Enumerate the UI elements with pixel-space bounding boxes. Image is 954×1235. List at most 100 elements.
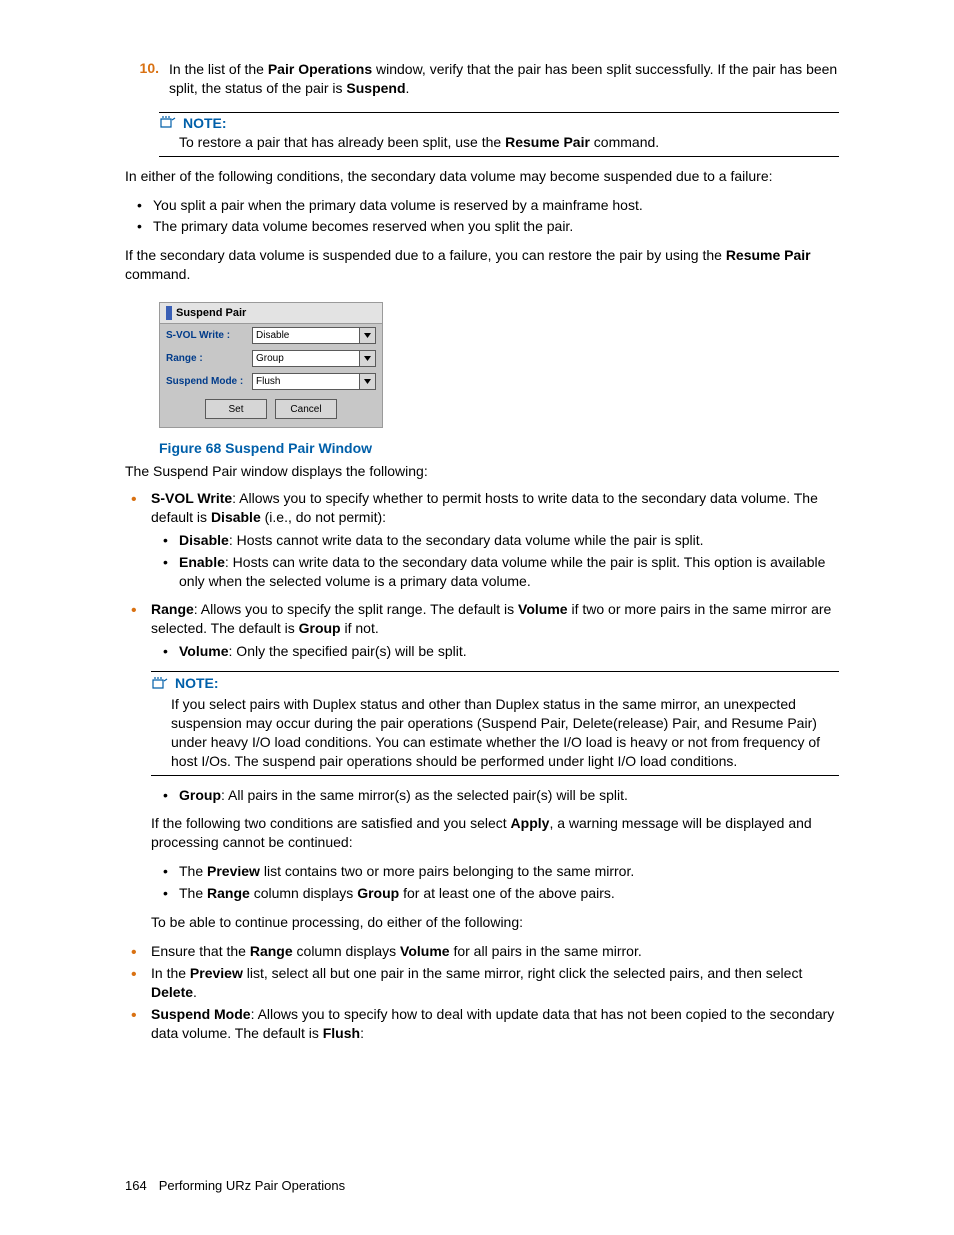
dialog-title: Suspend Pair xyxy=(160,303,382,324)
bold: Range xyxy=(250,943,293,959)
note-heading: NOTE: xyxy=(159,115,839,131)
figure-caption: Figure 68 Suspend Pair Window xyxy=(159,440,839,456)
list-item: You split a pair when the primary data v… xyxy=(125,196,839,215)
bold: Preview xyxy=(207,863,260,879)
text: : xyxy=(360,1025,364,1041)
text: Ensure that the xyxy=(151,943,250,959)
text: The xyxy=(179,863,207,879)
dialog-title-text: Suspend Pair xyxy=(176,307,246,319)
note-label: NOTE: xyxy=(175,674,219,693)
bold: Volume xyxy=(179,643,229,659)
title-bar-accent xyxy=(166,306,172,320)
sub-list: Volume: Only the specified pair(s) will … xyxy=(151,642,839,661)
set-button[interactable]: Set xyxy=(205,399,267,419)
rule xyxy=(159,112,839,113)
dialog-body: S-VOL Write : Disable Range : Group Susp… xyxy=(160,324,382,427)
paragraph: To be able to continue processing, do ei… xyxy=(151,913,839,932)
note-heading: NOTE: xyxy=(151,674,839,693)
text: : Only the specified pair(s) will be spl… xyxy=(229,643,467,659)
text: If the secondary data volume is suspende… xyxy=(125,247,726,263)
bold: Range xyxy=(151,601,194,617)
list-item: Disable: Hosts cannot write data to the … xyxy=(151,531,839,550)
text: The xyxy=(179,885,207,901)
range-select[interactable]: Group xyxy=(252,350,376,367)
list-item: In the Preview list, select all but one … xyxy=(131,964,839,1002)
list-item: Ensure that the Range column displays Vo… xyxy=(131,942,839,961)
rule xyxy=(151,775,839,776)
footer-title: Performing URz Pair Operations xyxy=(159,1178,345,1193)
chevron-down-icon xyxy=(359,328,375,343)
list-item: Volume: Only the specified pair(s) will … xyxy=(151,642,839,661)
bold: Resume Pair xyxy=(726,247,811,263)
suspend-pair-dialog: Suspend Pair S-VOL Write : Disable Range… xyxy=(159,302,383,428)
svol-write-select[interactable]: Disable xyxy=(252,327,376,344)
text: command. xyxy=(590,134,659,150)
bullet-list: You split a pair when the primary data v… xyxy=(125,196,839,237)
text: : All pairs in the same mirror(s) as the… xyxy=(221,787,628,803)
note-body: To restore a pair that has already been … xyxy=(179,133,839,152)
dialog-buttons: Set Cancel xyxy=(160,393,382,427)
bold: Range xyxy=(207,885,250,901)
text: if not. xyxy=(341,620,379,636)
list-item: The Range column displays Group for at l… xyxy=(151,884,839,903)
list-item: The primary data volume becomes reserved… xyxy=(125,217,839,236)
text: column displays xyxy=(293,943,400,959)
range-label: Range : xyxy=(166,353,252,364)
paragraph: If the secondary data volume is suspende… xyxy=(125,246,839,284)
text: To restore a pair that has already been … xyxy=(179,134,505,150)
select-value: Group xyxy=(256,353,284,364)
select-value: Flush xyxy=(256,376,280,387)
bold: Preview xyxy=(190,965,243,981)
text: In the xyxy=(151,965,190,981)
page: 10. In the list of the Pair Operations w… xyxy=(0,0,954,1235)
bold: Pair Operations xyxy=(268,61,372,77)
text: : Hosts can write data to the secondary … xyxy=(179,554,825,589)
list-item: The Preview list contains two or more pa… xyxy=(151,862,839,881)
bold: Enable xyxy=(179,554,225,570)
text: column displays xyxy=(250,885,357,901)
text: (i.e., do not permit): xyxy=(261,509,386,525)
sub-list: Group: All pairs in the same mirror(s) a… xyxy=(151,786,839,805)
text: list contains two or more pairs belongin… xyxy=(260,863,634,879)
bold: S-VOL Write xyxy=(151,490,232,506)
note-block: NOTE: If you select pairs with Duplex st… xyxy=(151,671,839,775)
text: . xyxy=(406,80,410,96)
main-bullet-list: S-VOL Write: Allows you to specify wheth… xyxy=(131,489,839,1042)
range-item: Range: Allows you to specify the split r… xyxy=(131,600,839,931)
sub-list: The Preview list contains two or more pa… xyxy=(151,862,839,903)
bold: Disable xyxy=(211,509,261,525)
text: : Allows you to specify the split range.… xyxy=(194,601,518,617)
note-icon xyxy=(159,116,177,130)
text: . xyxy=(193,984,197,1000)
svol-write-row: S-VOL Write : Disable xyxy=(160,324,382,347)
text: command. xyxy=(125,266,190,282)
bold: Group xyxy=(179,787,221,803)
paragraph: The Suspend Pair window displays the fol… xyxy=(125,462,839,481)
bold: Delete xyxy=(151,984,193,1000)
note-icon xyxy=(151,677,169,691)
suspend-mode-item: Suspend Mode: Allows you to specify how … xyxy=(131,1005,839,1043)
suspend-mode-label: Suspend Mode : xyxy=(166,376,252,387)
step-number: 10. xyxy=(125,60,169,98)
bold: Resume Pair xyxy=(505,134,590,150)
range-row: Range : Group xyxy=(160,347,382,370)
sub-list: Disable: Hosts cannot write data to the … xyxy=(151,531,839,591)
text: list, select all but one pair in the sam… xyxy=(243,965,803,981)
text: for at least one of the above pairs. xyxy=(399,885,615,901)
text: : Hosts cannot write data to the seconda… xyxy=(229,532,704,548)
select-value: Disable xyxy=(256,330,289,341)
bold: Suspend xyxy=(346,80,405,96)
cancel-button[interactable]: Cancel xyxy=(275,399,337,419)
bold: Flush xyxy=(323,1025,360,1041)
bold: Disable xyxy=(179,532,229,548)
page-number: 164 xyxy=(125,1178,147,1193)
paragraph: In either of the following conditions, t… xyxy=(125,167,839,186)
text: : Allows you to specify how to deal with… xyxy=(151,1006,834,1041)
svol-write-item: S-VOL Write: Allows you to specify wheth… xyxy=(131,489,839,590)
bold: Suspend Mode xyxy=(151,1006,251,1022)
suspend-mode-row: Suspend Mode : Flush xyxy=(160,370,382,393)
note-label: NOTE: xyxy=(183,115,227,131)
paragraph: If the following two conditions are sati… xyxy=(151,814,839,852)
suspend-mode-select[interactable]: Flush xyxy=(252,373,376,390)
text: for all pairs in the same mirror. xyxy=(450,943,642,959)
